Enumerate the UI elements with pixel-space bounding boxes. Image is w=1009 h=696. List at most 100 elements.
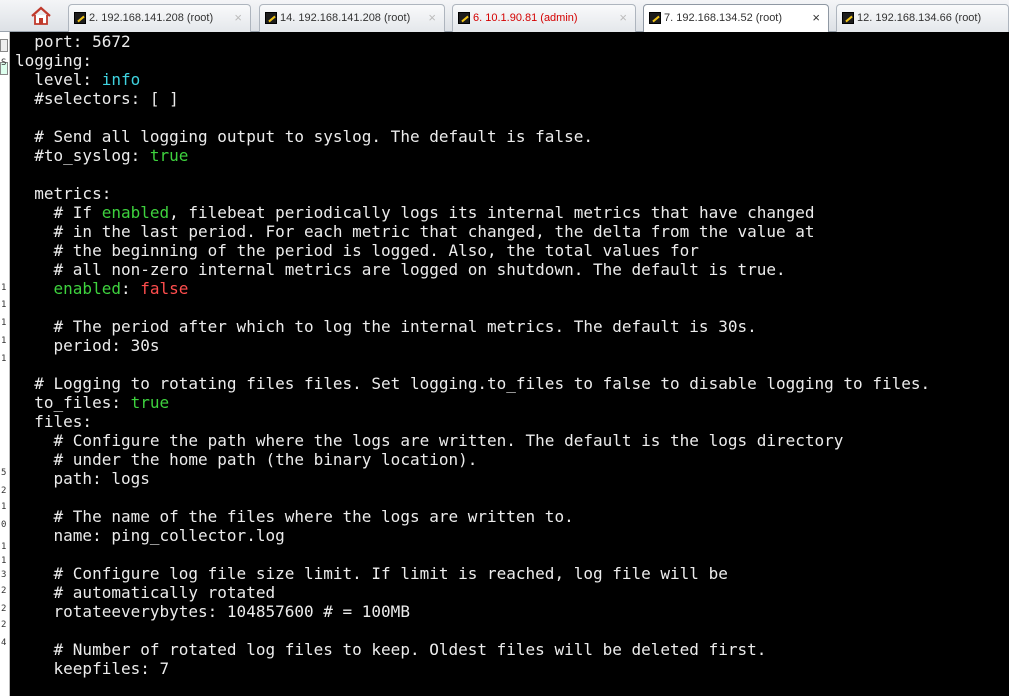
close-icon[interactable]: × bbox=[234, 10, 242, 25]
gutter-char: 1 bbox=[1, 542, 7, 552]
gutter-char: 3 bbox=[1, 570, 7, 580]
terminal-output[interactable]: port: 5672 logging: level: info #selector… bbox=[10, 32, 1009, 696]
gutter-char: 1 bbox=[1, 502, 7, 512]
terminal-line: # all non-zero internal metrics are logg… bbox=[15, 260, 930, 279]
terminal-line: # If enabled, filebeat periodically logs… bbox=[15, 203, 930, 222]
terminal-line: # under the home path (the binary locati… bbox=[15, 450, 930, 469]
terminal-line: port: 5672 bbox=[15, 32, 930, 51]
gutter-char: 2 bbox=[1, 586, 7, 596]
terminal-text-segment: # Configure log file size limit. If limi… bbox=[15, 564, 728, 583]
terminal-text-segment: keepfiles: 7 bbox=[15, 659, 170, 678]
close-icon[interactable]: × bbox=[619, 10, 627, 25]
tab-label: 14. 192.168.141.208 (root) bbox=[280, 12, 411, 24]
terminal-text-segment: # all non-zero internal metrics are logg… bbox=[15, 260, 786, 279]
terminal-text-segment: enabled bbox=[53, 279, 121, 298]
side-panel-edge: S 1 1 1 1 1 5 2 1 0 1 1 3 2 2 2 4 bbox=[0, 32, 10, 696]
gutter-char: S bbox=[1, 58, 7, 68]
tab-bar: 2. 192.168.141.208 (root) × 14. 192.168.… bbox=[0, 0, 1009, 33]
terminal-line: #selectors: [ ] bbox=[15, 89, 930, 108]
terminal-line: # Send all logging output to syslog. The… bbox=[15, 127, 930, 146]
terminal-text-segment: , filebeat periodically logs its interna… bbox=[169, 203, 815, 222]
terminal-line: # the beginning of the period is logged.… bbox=[15, 241, 930, 260]
terminal-line: metrics: bbox=[15, 184, 930, 203]
terminal-line: files: bbox=[15, 412, 930, 431]
tab-session-14[interactable]: 14. 192.168.141.208 (root) × bbox=[259, 4, 445, 32]
terminal-text-segment: info bbox=[101, 70, 141, 89]
terminal-text-segment: enabled bbox=[101, 203, 170, 222]
terminal-text: port: 5672 logging: level: info #selector… bbox=[15, 32, 930, 678]
terminal-text-segment: # The period after which to log the inte… bbox=[15, 317, 757, 336]
terminal-text-segment: name: ping_collector.log bbox=[15, 526, 285, 545]
terminal-text-segment: # Logging to rotating files files. Set l… bbox=[15, 374, 931, 393]
close-icon[interactable]: × bbox=[428, 10, 436, 25]
terminal-text-segment: # Number of rotated log files to keep. O… bbox=[15, 640, 767, 659]
gutter-char: 1 bbox=[1, 556, 7, 566]
terminal-text-segment: port: 5672 bbox=[15, 32, 131, 51]
terminal-text-segment: logging: bbox=[15, 51, 93, 70]
terminal-text-segment: metrics: bbox=[15, 184, 112, 203]
terminal-line: enabled: false bbox=[15, 279, 930, 298]
terminal-line: #to_syslog: true bbox=[15, 146, 930, 165]
terminal-text-segment: # the beginning of the period is logged.… bbox=[15, 241, 699, 260]
terminal-text-segment: #selectors: [ ] bbox=[15, 89, 179, 108]
gutter-char: 1 bbox=[1, 300, 7, 310]
gutter-char: 1 bbox=[1, 318, 7, 328]
terminal-line: logging: bbox=[15, 51, 930, 70]
terminal-text-segment: : bbox=[120, 279, 141, 298]
terminal-line: # automatically rotated bbox=[15, 583, 930, 602]
tab-label: 6. 10.1.90.81 (admin) bbox=[473, 12, 578, 24]
terminal-line: # Configure log file size limit. If limi… bbox=[15, 564, 930, 583]
terminal-text-segment: false bbox=[140, 279, 189, 298]
tab-label: 2. 192.168.141.208 (root) bbox=[89, 12, 214, 24]
terminal-text-segment: true bbox=[149, 146, 189, 165]
terminal-text-segment: # Configure the path where the logs are … bbox=[15, 431, 844, 450]
terminal-text-segment: period: 30s bbox=[15, 336, 160, 355]
tab-label: 7. 192.168.134.52 (root) bbox=[664, 12, 783, 24]
terminal-text-segment: # If bbox=[15, 203, 102, 222]
gutter-char: 0 bbox=[1, 520, 7, 530]
terminal-line: path: logs bbox=[15, 469, 930, 488]
terminal-text-segment: true bbox=[130, 393, 170, 412]
terminal-session-icon bbox=[842, 12, 854, 24]
tab-session-6[interactable]: 6. 10.1.90.81 (admin) × bbox=[452, 4, 636, 32]
terminal-line: # Configure the path where the logs are … bbox=[15, 431, 930, 450]
gutter-char: 5 bbox=[1, 468, 7, 478]
terminal-text-segment: path: logs bbox=[15, 469, 150, 488]
terminal-text-segment: # The name of the files where the logs a… bbox=[15, 507, 574, 526]
gutter-char: 1 bbox=[1, 354, 7, 364]
terminal-text-segment: # in the last period. For each metric th… bbox=[15, 222, 815, 241]
terminal-line: # in the last period. For each metric th… bbox=[15, 222, 930, 241]
gutter-char: 2 bbox=[1, 486, 7, 496]
terminal-text-segment: # automatically rotated bbox=[15, 583, 276, 602]
gutter-char: 2 bbox=[1, 604, 7, 614]
terminal-line: level: info bbox=[15, 70, 930, 89]
panel-button[interactable] bbox=[0, 39, 8, 52]
gutter-char: 4 bbox=[1, 638, 7, 648]
home-icon[interactable] bbox=[30, 6, 52, 26]
tab-session-12[interactable]: 12. 192.168.134.66 (root) bbox=[836, 4, 1009, 32]
tab-label: 12. 192.168.134.66 (root) bbox=[857, 12, 982, 24]
terminal-text-segment: # Send all logging output to syslog. The… bbox=[15, 127, 593, 146]
gutter-char: 1 bbox=[1, 283, 7, 293]
terminal-line: to_files: true bbox=[15, 393, 930, 412]
terminal-text-segment: #to_syslog: bbox=[15, 146, 150, 165]
terminal-session-icon bbox=[74, 12, 86, 24]
tab-session-2[interactable]: 2. 192.168.141.208 (root) × bbox=[68, 4, 251, 32]
terminal-line: name: ping_collector.log bbox=[15, 526, 930, 545]
terminal-line: # The period after which to log the inte… bbox=[15, 317, 930, 336]
terminal-session-icon bbox=[458, 12, 470, 24]
terminal-session-icon bbox=[649, 12, 661, 24]
tab-session-7[interactable]: 7. 192.168.134.52 (root) × bbox=[643, 4, 829, 33]
terminal-line: # The name of the files where the logs a… bbox=[15, 507, 930, 526]
terminal-line: rotateeverybytes: 104857600 # = 100MB bbox=[15, 602, 930, 621]
gutter-char: 2 bbox=[1, 620, 7, 630]
terminal-session-icon bbox=[265, 12, 277, 24]
close-icon[interactable]: × bbox=[812, 10, 820, 25]
